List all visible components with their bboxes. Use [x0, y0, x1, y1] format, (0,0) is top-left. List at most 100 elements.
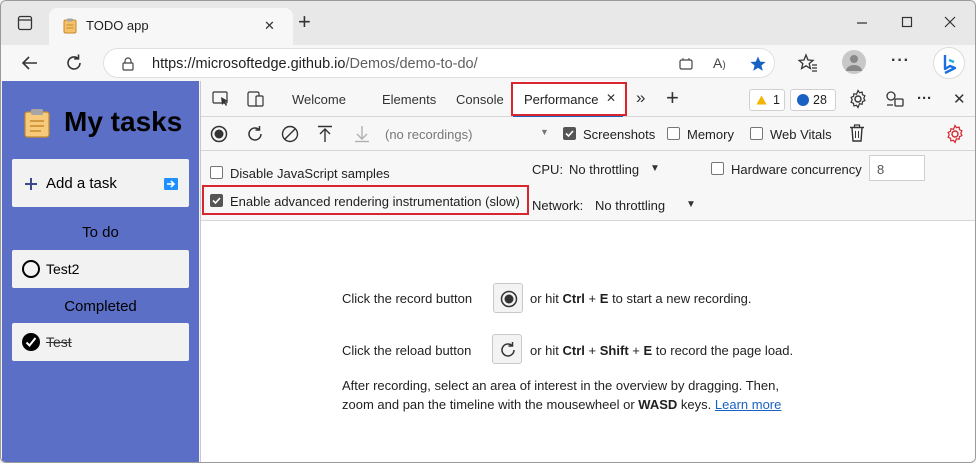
more-options-icon[interactable]: ··· [917, 90, 932, 107]
list-item[interactable]: Test [12, 323, 189, 361]
favorites-icon[interactable] [798, 53, 818, 73]
download-icon [354, 125, 370, 143]
address-bar[interactable]: https://microsoftedge.github.io/Demos/de… [103, 48, 775, 78]
web-vitals-checkbox[interactable] [750, 127, 763, 140]
checked-circle-icon[interactable] [22, 333, 40, 351]
timeline-navigation-hint: zoom and pan the timeline with the mouse… [342, 397, 782, 412]
refresh-icon[interactable] [64, 53, 84, 73]
record-button[interactable] [493, 283, 523, 313]
screenshots-checkbox[interactable] [563, 127, 576, 140]
disable-js-samples-checkbox[interactable] [210, 166, 223, 179]
add-task-button[interactable]: Add a task [12, 159, 189, 207]
tab-title: TODO app [86, 18, 149, 33]
add-tab-icon[interactable]: + [666, 85, 679, 111]
devtools-panel: Welcome Elements Console Performance ✕ »… [200, 81, 975, 462]
advanced-rendering-highlight [202, 185, 529, 215]
minimize-icon[interactable] [853, 13, 871, 31]
cpu-throttling-select[interactable]: No throttling ▼ [564, 155, 662, 181]
network-label: Network: [532, 198, 584, 213]
profile-avatar[interactable] [842, 50, 866, 74]
title-bar: TODO app ✕ + [1, 1, 975, 45]
memory-checkbox[interactable] [667, 127, 680, 140]
inspect-element-icon[interactable] [212, 91, 230, 107]
warning-triangle-icon [756, 95, 767, 105]
chevron-down-icon: ▼ [686, 199, 696, 210]
more-tabs-icon[interactable]: » [636, 88, 645, 108]
reload-record-icon[interactable] [246, 125, 264, 143]
cpu-label: CPU: [532, 162, 564, 177]
recordings-select[interactable]: (no recordings) [385, 127, 472, 142]
unchecked-circle-icon[interactable] [22, 260, 40, 278]
capture-settings-gear-icon[interactable] [945, 124, 965, 144]
clipboard-icon [24, 108, 50, 138]
learn-more-link[interactable]: Learn more [715, 397, 781, 412]
record-hint: Click the record button [342, 291, 473, 306]
gear-icon[interactable] [848, 89, 868, 109]
record-shortcut-hint: or hit Ctrl + E to start a new recording… [530, 291, 752, 306]
messages-count: 28 [813, 93, 827, 107]
warnings-count: 1 [773, 93, 780, 107]
warnings-badge[interactable]: 1 [749, 89, 785, 111]
close-tab-icon[interactable]: ✕ [264, 18, 275, 34]
web-vitals-label: Web Vitals [770, 127, 832, 142]
record-icon[interactable] [210, 125, 228, 143]
network-throttling-value: No throttling [595, 198, 666, 213]
cpu-throttling-value: No throttling [569, 162, 640, 177]
back-arrow-icon[interactable] [20, 53, 40, 73]
hardware-concurrency-input[interactable]: 8 [869, 155, 925, 181]
chevron-down-icon[interactable]: ▼ [540, 127, 549, 137]
message-bubble-icon [797, 94, 809, 106]
capture-settings-pane: Disable JavaScript samples Enable advanc… [201, 151, 975, 221]
memory-label: Memory [687, 127, 734, 142]
list-item[interactable]: Test2 [12, 250, 189, 288]
tab-elements[interactable]: Elements [382, 92, 436, 107]
browser-window: TODO app ✕ + https://microsoftedge.githu… [0, 0, 976, 463]
close-window-icon[interactable] [941, 13, 959, 31]
new-tab-button[interactable]: + [298, 11, 311, 33]
after-recording-hint: After recording, select an area of inter… [342, 378, 779, 393]
upload-icon[interactable] [317, 125, 333, 143]
devtools-tab-bar: Welcome Elements Console Performance ✕ »… [201, 81, 975, 117]
app-available-icon[interactable] [678, 56, 694, 72]
read-aloud-icon[interactable]: A) [713, 55, 726, 71]
maximize-icon[interactable] [898, 13, 916, 31]
hardware-concurrency-checkbox[interactable] [711, 162, 724, 175]
submit-arrow-icon[interactable] [164, 178, 178, 190]
lock-icon[interactable] [122, 57, 134, 71]
reload-hint: Click the reload button [342, 343, 472, 358]
trash-icon[interactable] [849, 124, 865, 142]
tab-console[interactable]: Console [456, 92, 504, 107]
completed-heading: Completed [64, 298, 137, 315]
hardware-concurrency-label: Hardware concurrency [731, 162, 862, 177]
completed-item-label: Test [46, 334, 72, 350]
todo-app: My tasks Add a task To do Test2 Complete… [2, 81, 199, 462]
close-devtools-icon[interactable]: ✕ [953, 90, 966, 108]
performance-toolbar: (no recordings) ▼ Screenshots Memory Web… [201, 117, 975, 151]
reload-button[interactable] [492, 334, 522, 364]
tab-welcome[interactable]: Welcome [292, 92, 346, 107]
browser-tab-active[interactable]: TODO app ✕ [49, 8, 293, 45]
clear-icon[interactable] [281, 125, 299, 143]
bing-copilot-icon[interactable] [933, 47, 965, 79]
plus-icon [25, 178, 37, 190]
network-throttling-select[interactable]: No throttling ▼ [590, 191, 700, 217]
url-text: https://microsoftedge.github.io/Demos/de… [152, 56, 478, 72]
messages-badge[interactable]: 28 [790, 89, 836, 111]
tab-actions-icon[interactable] [17, 15, 33, 31]
settings-more-icon[interactable]: ··· [891, 52, 910, 70]
landing-hints: Click the record button or hit Ctrl + E … [201, 221, 975, 462]
app-title: My tasks [64, 106, 183, 137]
device-emulation-icon[interactable] [247, 90, 265, 108]
connect-devices-icon[interactable] [885, 90, 905, 108]
favorite-star-icon[interactable] [749, 55, 767, 73]
disable-js-samples-label: Disable JavaScript samples [230, 166, 390, 181]
navigation-bar: https://microsoftedge.github.io/Demos/de… [1, 45, 975, 81]
screenshots-label: Screenshots [583, 127, 656, 142]
reload-shortcut-hint: or hit Ctrl + Shift + E to record the pa… [530, 343, 794, 358]
hardware-concurrency-value: 8 [877, 162, 885, 177]
chevron-down-icon: ▼ [650, 163, 660, 174]
add-task-label: Add a task [46, 175, 117, 192]
todo-heading: To do [82, 224, 119, 241]
performance-tab-highlight [511, 82, 627, 116]
todo-item-label: Test2 [46, 261, 80, 277]
